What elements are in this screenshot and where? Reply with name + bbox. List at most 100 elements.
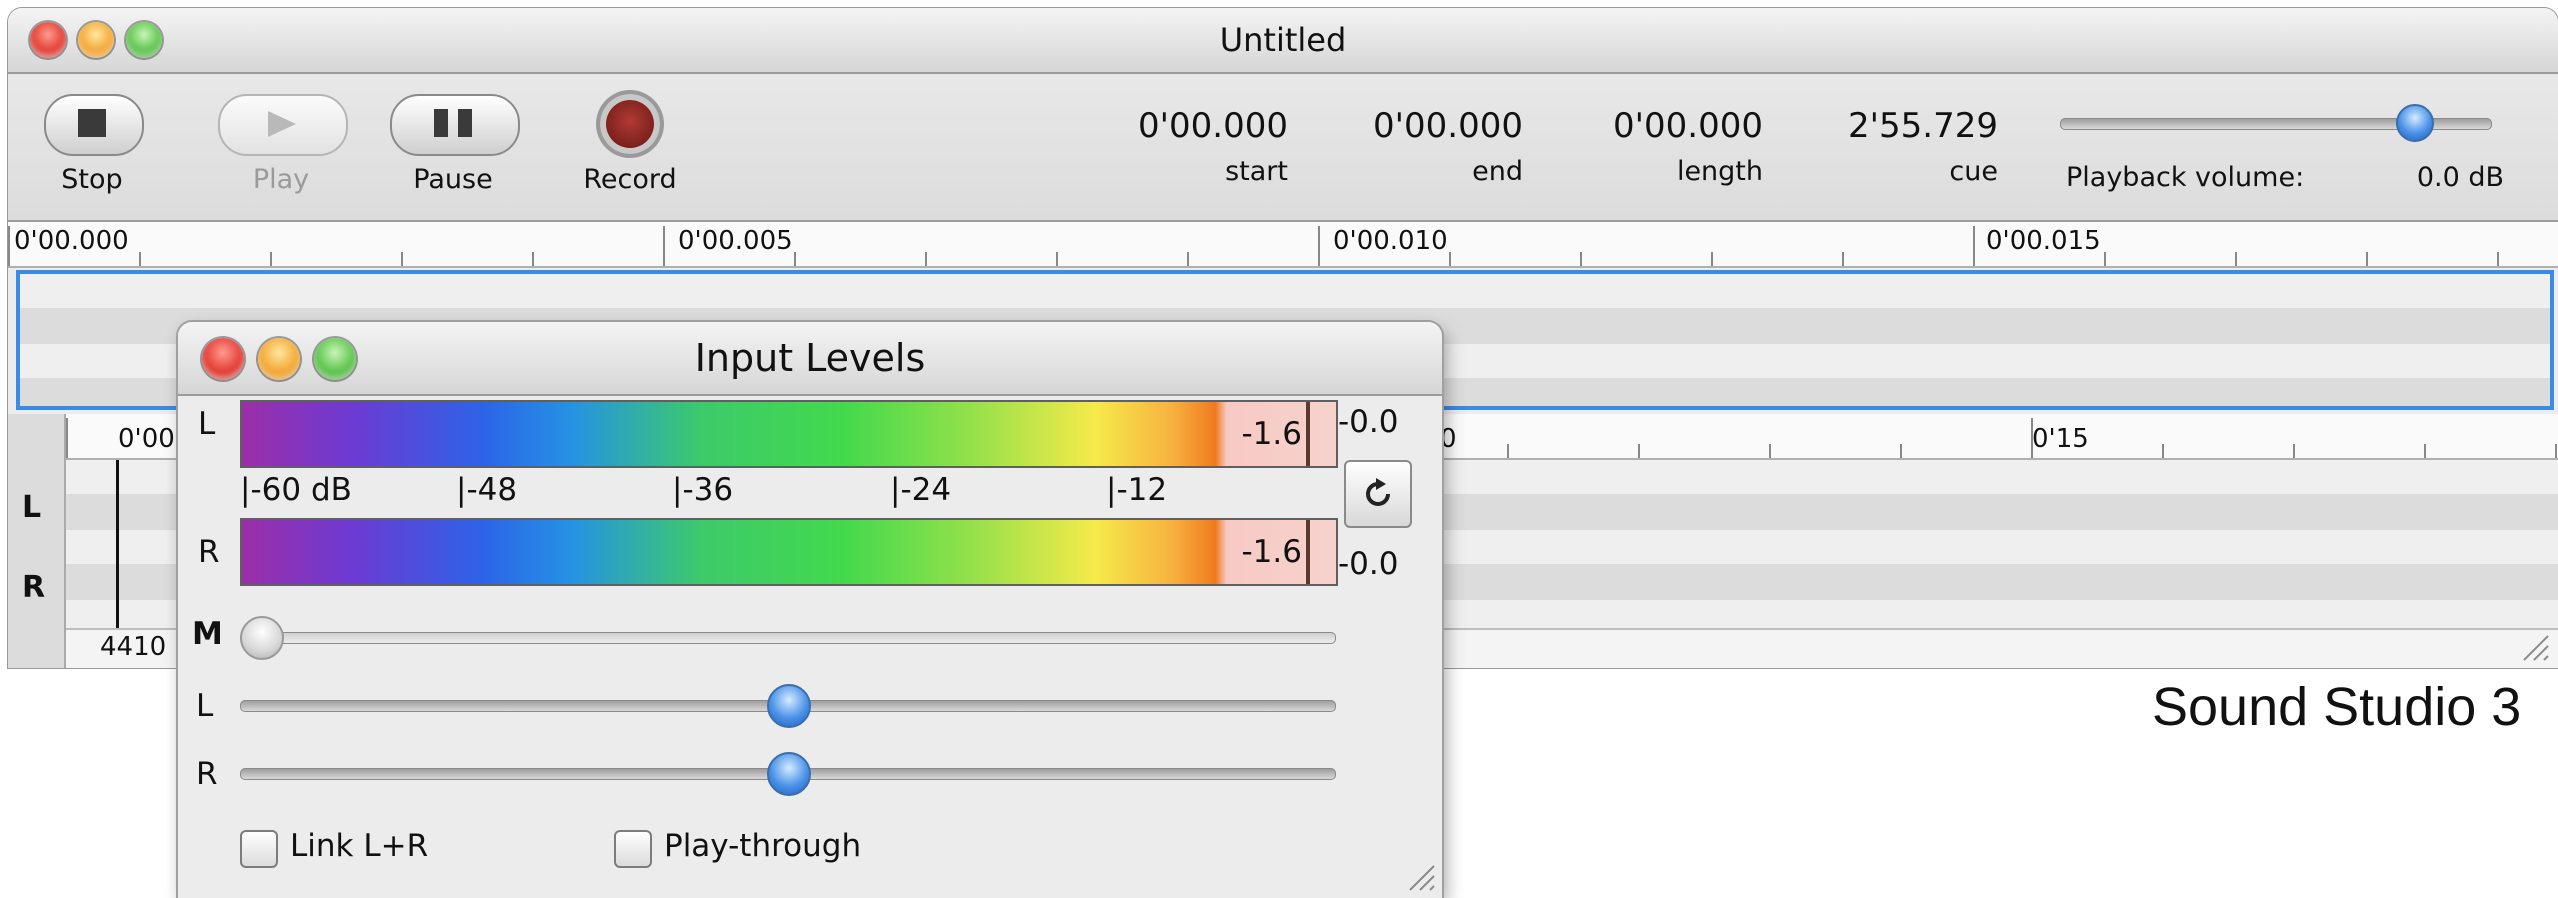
minimize-button[interactable] — [78, 22, 114, 58]
play-label: Play — [252, 164, 310, 195]
gain-left-slider-knob[interactable] — [767, 684, 811, 728]
pause-icon — [434, 109, 474, 137]
scale-label: |-60 dB — [240, 472, 352, 508]
record-button[interactable] — [600, 94, 660, 154]
playthrough-label: Play-through — [664, 828, 862, 864]
input-levels-window: Input Levels L -1.6 -0.0 |-60 dB |-48 |-… — [178, 322, 1442, 898]
stop-label: Stop — [61, 164, 123, 195]
start-label: start — [1225, 156, 1288, 187]
ruler-tick — [2293, 444, 2295, 458]
levels-title: Input Levels — [694, 336, 926, 380]
playback-volume-value: 0.0 dB — [2416, 162, 2504, 193]
left-level-meter — [240, 400, 1338, 468]
ruler-label: 0'00.000 — [14, 226, 129, 256]
end-label: end — [1472, 156, 1523, 187]
link-lr-checkbox[interactable] — [240, 830, 278, 868]
window-title: Untitled — [1219, 21, 1347, 59]
left-peak-value: -0.0 — [1338, 404, 1399, 440]
monitor-slider[interactable] — [240, 632, 1336, 644]
ruler-tick — [66, 418, 68, 458]
toolbar — [8, 74, 2558, 222]
ruler-label: 0'00.005 — [678, 226, 793, 256]
monitor-slider-knob[interactable] — [240, 616, 284, 660]
ruler-tick — [1973, 226, 1975, 266]
link-lr-label: Link L+R — [290, 828, 429, 864]
right-peak-marker — [1306, 520, 1310, 584]
play-button[interactable] — [218, 94, 348, 156]
scale-label: |-24 — [890, 472, 952, 508]
playback-volume-knob[interactable] — [2395, 104, 2434, 142]
ruler-tick — [1056, 252, 1058, 266]
meter-left-label: L — [198, 406, 216, 442]
right-peak-value: -0.0 — [1338, 546, 1399, 582]
length-label: length — [1676, 156, 1763, 187]
resize-grip-icon[interactable] — [2520, 632, 2550, 662]
stop-button[interactable] — [44, 94, 144, 156]
ruler-label: 0'15 — [2032, 424, 2089, 454]
length-time: 0'00.000 — [1613, 106, 1763, 146]
ruler-tick — [401, 252, 403, 266]
scale-label: |-12 — [1106, 472, 1168, 508]
scale-label: |-36 — [672, 472, 734, 508]
right-meter-value: -1.6 — [1241, 534, 1303, 570]
ruler-tick — [1449, 252, 1451, 266]
cue-label: cue — [1949, 156, 1998, 187]
zoom-button[interactable] — [126, 22, 162, 58]
ruler-tick — [2162, 444, 2164, 458]
ruler-label: 0'00.015 — [1986, 226, 2101, 256]
scale-label: |-48 — [456, 472, 518, 508]
ruler-tick — [1638, 444, 1640, 458]
channel-label-column — [8, 414, 66, 668]
end-time: 0'00.000 — [1373, 106, 1523, 146]
ruler-tick — [2104, 252, 2106, 266]
ruler-tick — [2497, 252, 2499, 266]
ruler-tick — [663, 226, 665, 266]
ruler-tick — [2424, 444, 2426, 458]
levels-minimize-button[interactable] — [258, 338, 300, 380]
caption-text: Sound Studio 3 — [2152, 677, 2522, 737]
playthrough-checkbox[interactable] — [614, 830, 652, 868]
gain-right-slider-knob[interactable] — [767, 752, 811, 796]
start-time: 0'00.000 — [1138, 106, 1288, 146]
pause-button[interactable] — [390, 94, 520, 156]
ruler-tick — [139, 252, 141, 266]
levels-resize-grip-icon[interactable] — [1406, 862, 1436, 892]
ruler-tick — [1507, 444, 1509, 458]
sample-rate-text: 4410 — [100, 632, 167, 662]
refresh-icon — [1366, 478, 1390, 506]
ruler-tick — [925, 252, 927, 266]
reset-peaks-button[interactable] — [1344, 460, 1412, 528]
play-icon — [268, 111, 296, 137]
time-ruler[interactable] — [8, 222, 2558, 268]
ruler-tick — [532, 252, 534, 266]
ruler-tick — [2366, 252, 2368, 266]
pause-label: Pause — [413, 164, 493, 195]
gain-right-label: R — [196, 756, 218, 792]
ruler-tick — [8, 226, 10, 266]
close-button[interactable] — [30, 22, 66, 58]
left-meter-value: -1.6 — [1241, 416, 1303, 452]
channel-label-right: R — [22, 570, 46, 605]
gain-left-label: L — [196, 688, 214, 724]
ruler-tick — [1711, 252, 1713, 266]
meter-right-label: R — [198, 534, 220, 570]
ruler-tick — [2555, 444, 2557, 458]
levels-close-button[interactable] — [202, 338, 244, 380]
ruler-tick — [1318, 226, 1320, 266]
stop-icon — [78, 109, 106, 137]
ruler-tick — [2235, 252, 2237, 266]
ruler-tick — [1187, 252, 1189, 266]
ruler-tick — [1842, 252, 1844, 266]
channel-label-left: L — [22, 490, 42, 525]
ruler-label: 0'00.010 — [1333, 226, 1448, 256]
levels-zoom-button[interactable] — [314, 338, 356, 380]
left-peak-marker — [1306, 402, 1310, 466]
ruler-tick — [1900, 444, 1902, 458]
playhead-cursor[interactable] — [116, 460, 119, 628]
record-label: Record — [583, 164, 677, 195]
ruler-label: 0 — [1440, 424, 1457, 454]
cue-time: 2'55.729 — [1848, 106, 1998, 146]
right-level-meter — [240, 518, 1338, 586]
ruler-tick — [1580, 252, 1582, 266]
monitor-label: M — [192, 616, 223, 652]
